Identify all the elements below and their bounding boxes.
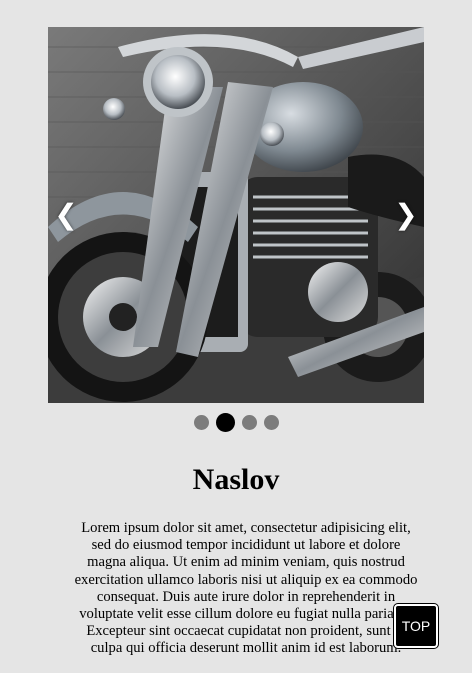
motorcycle-image (48, 27, 424, 403)
slide-dot-2[interactable] (215, 412, 235, 432)
section-paragraph: Lorem ipsum dolor sit amet, consectetur … (74, 520, 418, 657)
section-title: Naslov (192, 463, 280, 496)
previous-slide-button[interactable]: ❮ (52, 195, 80, 235)
slide-dot-4[interactable] (263, 414, 279, 430)
next-slide-button[interactable]: ❯ (392, 195, 420, 235)
slide-indicators (0, 411, 472, 433)
scroll-to-top-button[interactable]: TOP (394, 604, 438, 648)
slide-dot-1[interactable] (193, 414, 209, 430)
image-slider[interactable]: ❮ ❯ (48, 27, 424, 403)
slide-dot-3[interactable] (241, 414, 257, 430)
